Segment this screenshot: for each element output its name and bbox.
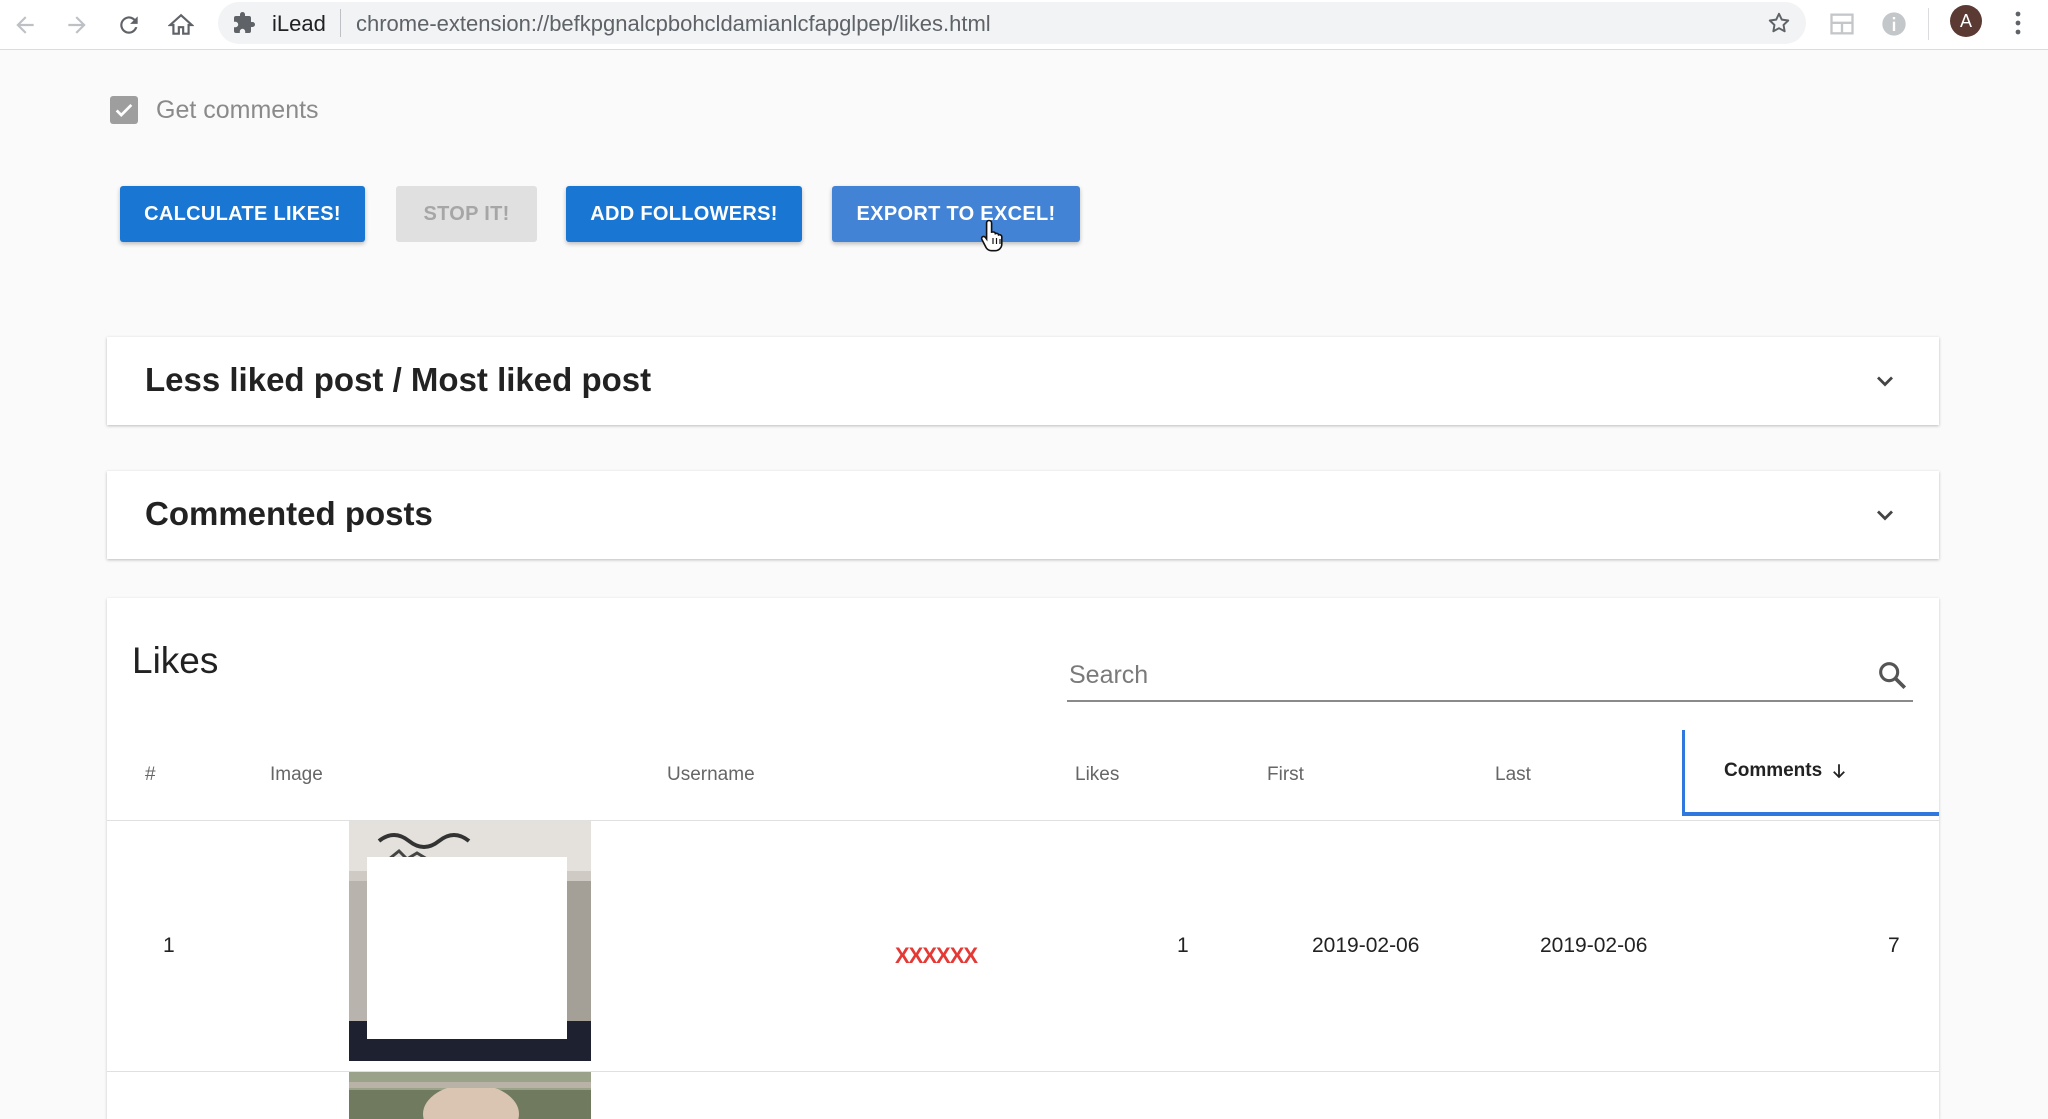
table-row[interactable]: 1 XXXXXX 1 2019-02-06 2019-02-06 7 xyxy=(107,821,1939,1072)
get-comments-checkbox[interactable] xyxy=(110,96,138,124)
tab-layout-icon[interactable] xyxy=(1828,10,1856,38)
get-comments-option[interactable]: Get comments xyxy=(110,94,319,126)
get-comments-label: Get comments xyxy=(156,95,319,124)
arrow-down-icon xyxy=(1833,764,1846,779)
search-input[interactable] xyxy=(1067,654,1851,696)
column-header-comments-label: Comments xyxy=(1724,760,1823,781)
likes-table-title: Likes xyxy=(132,640,219,681)
row-likes: 1 xyxy=(1177,934,1189,957)
column-header-comments[interactable]: Comments xyxy=(1682,730,1939,816)
column-header-last[interactable]: Last xyxy=(1495,764,1531,786)
column-header-index[interactable]: # xyxy=(145,764,156,786)
address-separator xyxy=(340,9,341,37)
post-thumbnail[interactable] xyxy=(349,1072,591,1119)
home-icon[interactable] xyxy=(162,6,200,44)
row-username[interactable]: XXXXXX xyxy=(895,943,978,969)
chevron-down-icon[interactable] xyxy=(1871,501,1899,529)
add-followers-button[interactable]: ADD FOLLOWERS! xyxy=(566,186,802,242)
more-menu-icon[interactable] xyxy=(2006,8,2030,38)
commented-posts-panel[interactable]: Commented posts xyxy=(107,471,1939,559)
liked-posts-panel[interactable]: Less liked post / Most liked post xyxy=(107,337,1939,425)
calculate-likes-button[interactable]: CALCULATE LIKES! xyxy=(120,186,365,242)
post-thumbnail[interactable] xyxy=(349,821,591,1061)
info-icon[interactable] xyxy=(1880,10,1908,38)
row-first-date: 2019-02-06 xyxy=(1312,934,1420,957)
export-to-excel-button[interactable]: EXPORT TO EXCEL! xyxy=(832,186,1080,242)
column-header-likes[interactable]: Likes xyxy=(1075,764,1119,786)
address-bar[interactable]: iLead chrome-extension://befkpgnalcpbohc… xyxy=(218,2,1806,44)
forward-icon[interactable] xyxy=(58,6,96,44)
row-comments: 7 xyxy=(1888,934,1900,957)
row-last-date: 2019-02-06 xyxy=(1540,934,1648,957)
reload-icon[interactable] xyxy=(110,6,148,44)
search-field[interactable] xyxy=(1067,654,1913,702)
column-header-first[interactable]: First xyxy=(1267,764,1304,786)
puzzle-piece-icon xyxy=(234,12,255,33)
liked-posts-title: Less liked post / Most liked post xyxy=(145,361,652,398)
hand-pointer-icon xyxy=(980,219,1003,252)
stop-button[interactable]: STOP IT! xyxy=(396,186,537,242)
table-row[interactable] xyxy=(107,1072,1939,1119)
browser-toolbar: iLead chrome-extension://befkpgnalcpbohc… xyxy=(0,0,2048,50)
toolbar-divider xyxy=(1928,8,1929,40)
bookmark-star-icon[interactable] xyxy=(1766,10,1792,36)
column-header-image[interactable]: Image xyxy=(270,764,323,786)
check-icon xyxy=(115,103,133,117)
commented-posts-title: Commented posts xyxy=(145,495,433,532)
back-icon[interactable] xyxy=(6,6,44,44)
profile-avatar[interactable]: A xyxy=(1950,5,1982,37)
url-text[interactable]: chrome-extension://befkpgnalcpbohcldamia… xyxy=(356,11,991,37)
row-index: 1 xyxy=(163,934,175,957)
likes-table-card: Likes # Image Username Likes First Last … xyxy=(107,598,1939,1119)
search-icon[interactable] xyxy=(1875,658,1909,692)
chevron-down-icon[interactable] xyxy=(1871,367,1899,395)
extension-name: iLead xyxy=(272,11,326,36)
table-header: # Image Username Likes First Last Commen… xyxy=(107,730,1939,821)
column-header-username[interactable]: Username xyxy=(667,764,755,786)
